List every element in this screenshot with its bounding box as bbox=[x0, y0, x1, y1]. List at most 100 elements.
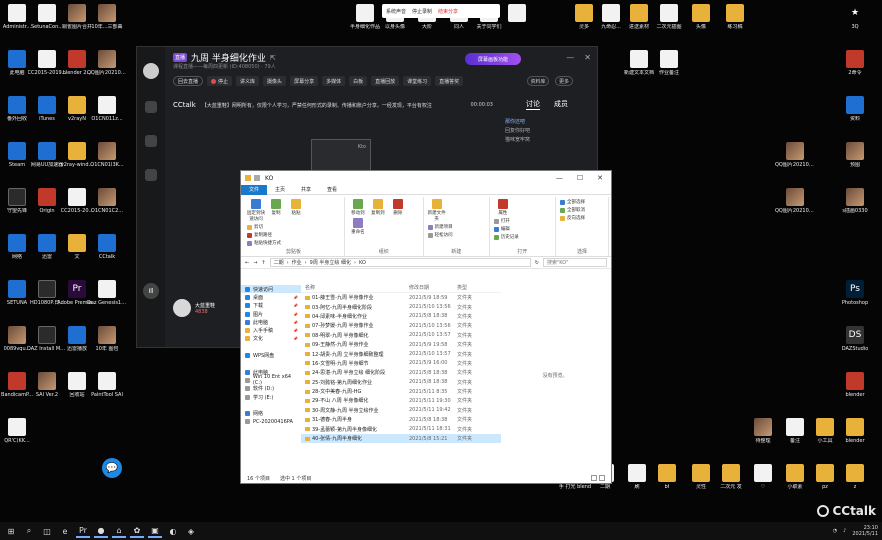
ribbon-small-button[interactable]: 全部取消 bbox=[560, 207, 604, 213]
chat-icon[interactable] bbox=[145, 135, 157, 147]
table-row[interactable]: 07-孙梦媛-九周 半身像作业 2021/5/10 13:56 文件夹 bbox=[301, 321, 501, 330]
desktop-icon[interactable] bbox=[498, 4, 536, 24]
start-button[interactable]: ⊞ bbox=[4, 524, 18, 538]
back-icon[interactable]: ← bbox=[245, 260, 249, 266]
ribbon-button[interactable]: 粘贴 bbox=[287, 199, 305, 222]
taskbar-app[interactable]: e bbox=[58, 524, 72, 538]
ribbon-small-button[interactable]: 反向选择 bbox=[560, 215, 604, 221]
desktop-icon[interactable]: DS DAZStudio bbox=[836, 326, 874, 352]
ribbon-button[interactable]: 属性 bbox=[494, 199, 512, 216]
more-button[interactable]: 更多 bbox=[555, 76, 573, 86]
desktop-icon[interactable]: Ps Photoshop bbox=[836, 280, 874, 306]
ribbon-small-button[interactable]: 粘贴快捷方式 bbox=[247, 240, 291, 246]
taskbar-app[interactable]: ⌂ bbox=[112, 524, 126, 538]
ribbon-small-button[interactable]: 新建项目 bbox=[427, 224, 472, 230]
desktop-icon[interactable]: s插画0330 bbox=[836, 188, 874, 214]
breadcrumb-segment[interactable]: 9周 半身立绘 细化 bbox=[310, 259, 351, 266]
nav-item[interactable]: 快速访问 bbox=[241, 285, 301, 294]
nav-item[interactable]: 入手手稿 📌 bbox=[241, 326, 301, 334]
ribbon-button[interactable]: 删除 bbox=[389, 199, 407, 216]
desktop-icon[interactable]: Daz Genesis1.2... bbox=[87, 280, 127, 306]
column-type[interactable]: 类型 bbox=[457, 284, 497, 291]
table-row[interactable]: 28-文中美春-九周-HG 2021/5/11 8:35 文件夹 bbox=[301, 387, 501, 396]
user-avatar[interactable] bbox=[143, 63, 159, 79]
ribbon-button[interactable]: 固定到快速访问 bbox=[247, 199, 265, 222]
table-row[interactable]: 08-明翠-九周 半身像细化 2021/5/10 13:57 文件夹 bbox=[301, 331, 501, 340]
table-row[interactable]: 16-文雪明-九周 半身细节 2021/5/9 16:00 文件夹 bbox=[301, 359, 501, 368]
taskbar-app[interactable]: ◈ bbox=[184, 524, 198, 538]
path-field[interactable]: 二期 › 作业 › 9周 半身立绘 细化 › KO bbox=[269, 258, 531, 267]
share-icon[interactable]: ⇱ bbox=[270, 54, 276, 62]
desktop-icon[interactable]: blender bbox=[836, 418, 874, 444]
table-row[interactable]: 04-邱素味-半身细化作业 2021/5/8 18:38 文件夹 bbox=[301, 312, 501, 321]
close-icon[interactable]: ✕ bbox=[597, 174, 603, 182]
ribbon-small-button[interactable]: 历史记录 bbox=[493, 234, 538, 240]
ribbon-small-button[interactable]: 复制路径 bbox=[247, 232, 291, 238]
ribbon-small-button[interactable]: 剪切 bbox=[247, 224, 291, 230]
toolbar-button[interactable]: 白板 bbox=[349, 76, 368, 86]
details-view-icon[interactable] bbox=[591, 475, 597, 481]
nav-item[interactable]: Win 10 Ent x64 (C:) bbox=[241, 374, 301, 386]
toolbar-button[interactable]: 摄像头 bbox=[263, 76, 287, 86]
toolbar-button[interactable]: 讲义库 bbox=[236, 76, 260, 86]
network-icon[interactable]: ◔ bbox=[833, 528, 837, 534]
toolbar-button[interactable]: 直播答奖 bbox=[435, 76, 464, 86]
desktop-icon[interactable]: 头像 bbox=[682, 4, 720, 30]
desktop-icon[interactable]: 资料 bbox=[836, 96, 874, 122]
desktop-icon[interactable]: bf bbox=[648, 464, 686, 490]
close-icon[interactable]: ✕ bbox=[584, 53, 591, 62]
taskbar-app[interactable]: ▣ bbox=[148, 524, 162, 538]
column-date[interactable]: 修改日期 bbox=[409, 284, 457, 291]
up-icon[interactable]: ↑ bbox=[261, 260, 265, 266]
nav-item[interactable]: 此电脑 📌 bbox=[241, 318, 301, 326]
leaf-icon[interactable] bbox=[145, 101, 157, 113]
ribbon-small-button[interactable]: 轻松访问 bbox=[427, 232, 472, 238]
nav-item[interactable]: WPS网盘 bbox=[241, 351, 301, 359]
quick-access-icon[interactable] bbox=[254, 175, 260, 181]
desktop-icon[interactable]: 作业备注 bbox=[650, 50, 688, 76]
nav-item[interactable]: PC-20200416PA bbox=[241, 418, 301, 426]
desktop-icon[interactable]: O1CN01I3K... bbox=[88, 142, 126, 168]
table-row[interactable]: 09-王静然-九周 半身作业 2021/5/9 19:58 文件夹 bbox=[301, 340, 501, 349]
volume-icon[interactable]: ♪ bbox=[843, 528, 846, 534]
desktop-icon[interactable]: O1CN011z... bbox=[88, 96, 126, 122]
table-row[interactable]: 24-思湛-九周 半身立绘 细化阶段 2021/5/8 18:38 文件夹 bbox=[301, 368, 501, 377]
desktop-icon[interactable]: QQ图片20210414... bbox=[775, 188, 815, 214]
chat-bubble-icon[interactable]: 💬 bbox=[102, 458, 122, 478]
ribbon-button[interactable]: 复制 bbox=[267, 199, 285, 222]
table-row[interactable]: 03-阿忆-九周半身细化阶段 2021/5/10 13:56 文件夹 bbox=[301, 302, 501, 311]
toolbar-button[interactable]: 直播回放 bbox=[371, 76, 400, 86]
nav-item[interactable]: 图片 📌 bbox=[241, 310, 301, 318]
desktop-icon[interactable]: 10年 图包 bbox=[88, 326, 126, 352]
desktop-icon[interactable]: PaintTool SAI bbox=[88, 372, 126, 398]
nav-item[interactable]: 桌面 📌 bbox=[241, 293, 301, 301]
end-share-button[interactable]: 结束分享 bbox=[438, 8, 458, 15]
desktop-icon[interactable]: 2命令 bbox=[836, 50, 874, 76]
nav-item[interactable]: 文化 📌 bbox=[241, 335, 301, 343]
minimize-icon[interactable]: — bbox=[566, 53, 574, 62]
desktop-icon[interactable]: blender bbox=[836, 372, 874, 398]
system-sound-toggle[interactable]: 系统声音 bbox=[386, 8, 406, 15]
toolbar-button[interactable]: 多媒体 bbox=[322, 76, 346, 86]
clock[interactable]: 23:10 2021/5/11 bbox=[852, 525, 878, 537]
search-icon[interactable]: ⌕ bbox=[22, 524, 36, 538]
ribbon-small-button[interactable]: 编辑 bbox=[493, 226, 538, 232]
ribbon-tab[interactable]: 主页 bbox=[267, 185, 293, 195]
thumbnail-view-icon[interactable] bbox=[599, 475, 605, 481]
ribbon-button[interactable]: 移动到 bbox=[349, 199, 367, 216]
desktop-icon[interactable]: 预图 bbox=[836, 142, 874, 168]
ribbon-small-button[interactable]: 全部选择 bbox=[560, 199, 604, 205]
nav-item[interactable]: 学习 (E:) bbox=[241, 393, 301, 401]
stop-recording-button[interactable]: 停止录制 bbox=[412, 8, 432, 15]
ribbon-tab[interactable]: 文件 bbox=[241, 184, 268, 195]
table-row[interactable]: 25-刘懿铭-第九周细化作业 2021/5/8 18:38 文件夹 bbox=[301, 378, 501, 387]
desktop-icon[interactable]: O1CN01C2... bbox=[88, 188, 126, 214]
breadcrumb-segment[interactable]: 二期 bbox=[274, 259, 284, 266]
column-name[interactable]: 名称 bbox=[301, 284, 409, 291]
refresh-icon[interactable]: ↻ bbox=[535, 260, 539, 266]
toolbar-button[interactable]: 课堂练习 bbox=[403, 76, 432, 86]
table-row[interactable]: 31-德春-九周半身 2021/5/8 18:38 文件夹 bbox=[301, 415, 501, 424]
desktop-icon[interactable]: QR'C)KK... bbox=[0, 418, 36, 444]
calendar-icon[interactable] bbox=[145, 169, 157, 181]
table-row[interactable]: 01-薛王雪-九周 半身像作业 2021/5/9 18:59 文件夹 bbox=[301, 293, 501, 302]
